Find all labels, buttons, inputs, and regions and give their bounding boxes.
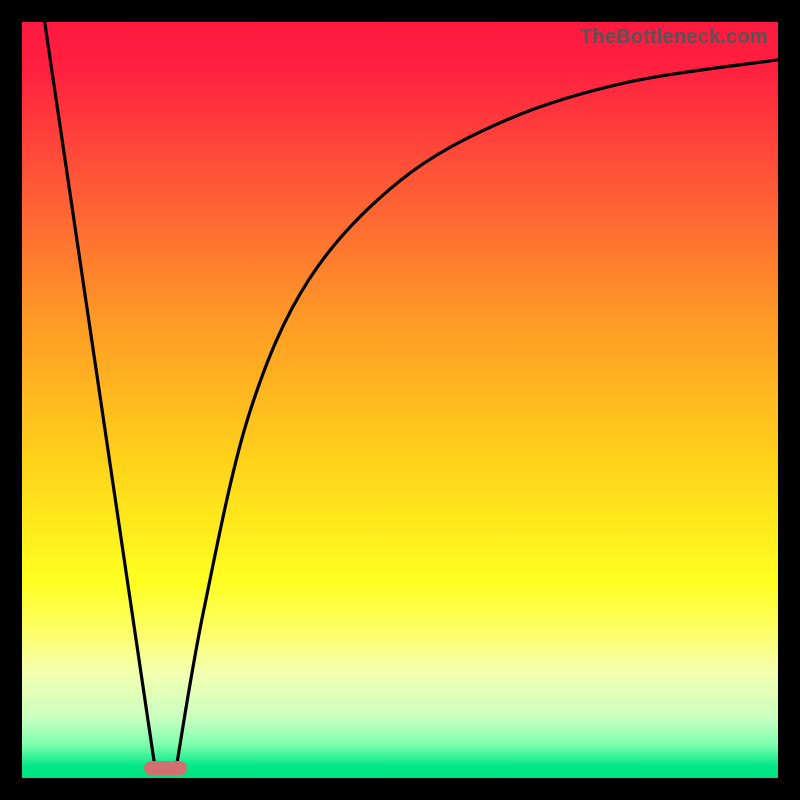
plot-area: TheBottleneck.com: [22, 22, 778, 778]
bottleneck-marker: [144, 761, 186, 775]
bottleneck-curve: [45, 22, 778, 763]
chart-frame: TheBottleneck.com: [0, 0, 800, 800]
curve-layer: [22, 22, 778, 778]
